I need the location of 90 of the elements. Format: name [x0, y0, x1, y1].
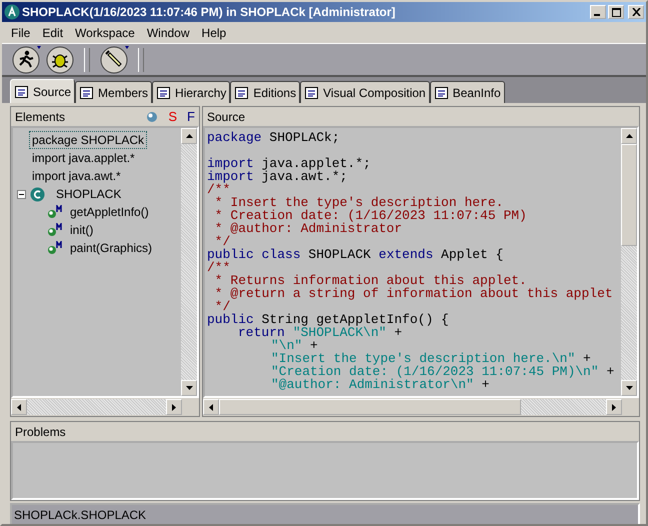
code-token: import [207, 156, 254, 171]
code-token: SHOPLACK [307, 247, 372, 262]
code-token: + [605, 364, 614, 379]
code-token: return [238, 325, 285, 340]
close-button[interactable] [628, 5, 644, 19]
panel-title: Problems [15, 424, 66, 438]
tree-item[interactable]: import java.awt.* [29, 167, 124, 185]
arrow-right-icon [612, 404, 616, 410]
document-icon [156, 86, 172, 100]
globe-icon [146, 110, 158, 122]
code-token: java.awt.*; [260, 169, 348, 184]
app-icon [4, 4, 20, 20]
tree-item[interactable]: getAppletInfo() [67, 203, 152, 221]
code-token: + [394, 325, 402, 340]
tree-item[interactable]: import java.applet.* [29, 149, 138, 167]
code-token: * Returns information about this applet. [214, 273, 527, 288]
arrow-up-icon [186, 134, 192, 138]
code-token: * @author: Administrator [214, 221, 402, 236]
code-token: * Insert the type's description here. [214, 195, 504, 210]
tab[interactable]: Source [10, 79, 76, 103]
tab[interactable]: Editions [230, 81, 300, 103]
code-token: * @return a string of information about this applet [214, 286, 613, 301]
code-token: /** [207, 260, 230, 275]
code-token: "@author: Administrator\n" [271, 377, 474, 392]
tab[interactable]: Hierarchy [152, 81, 230, 103]
code-token: String getAppletInfo() { [260, 312, 449, 327]
status-text: SHOPLACk.SHOPLACK [14, 508, 146, 522]
document-icon [304, 86, 320, 100]
tab[interactable]: BeanInfo [430, 81, 505, 103]
code-token: extends [378, 247, 434, 262]
window-title: SHOPLACK(1/16/2023 11:07:46 PM) in SHOPLACk [Administrator] [22, 5, 396, 19]
panel-title: Source [207, 110, 246, 124]
document-icon [434, 86, 450, 100]
code-token: */ [214, 234, 230, 249]
code-token: "\n" [271, 338, 302, 353]
bug-icon [45, 44, 75, 74]
arrow-left-icon [17, 404, 21, 410]
code-token: /** [207, 182, 230, 197]
tree-item[interactable]: paint(Graphics) [67, 239, 156, 257]
close-icon [632, 8, 640, 16]
horizontal-scrollbar[interactable] [11, 399, 182, 415]
vertical-scrollbar[interactable] [181, 128, 197, 396]
code-token: package [207, 130, 262, 145]
maximize-icon [612, 8, 620, 16]
arrow-down-icon [186, 386, 192, 390]
debug-button[interactable] [44, 44, 76, 76]
tab[interactable]: Members [75, 81, 152, 103]
method-icon [47, 241, 65, 255]
code-token: import [207, 169, 254, 184]
run-button[interactable] [10, 44, 42, 76]
method-icon [47, 205, 65, 219]
menu-item[interactable]: Edit [36, 26, 70, 40]
arrow-down-icon [626, 386, 632, 390]
code-token: + [310, 338, 318, 353]
menu-item[interactable]: Help [196, 26, 232, 40]
code-token: "Insert the type's description here.\n" [271, 351, 576, 366]
collapse-toggle[interactable] [17, 190, 26, 198]
tree-item[interactable]: init() [67, 221, 96, 239]
horizontal-scrollbar[interactable] [203, 399, 622, 415]
code-token: + [480, 377, 490, 392]
code-token: public class [207, 247, 301, 262]
menu-item[interactable]: Window [140, 26, 196, 40]
class-icon [30, 186, 45, 202]
running-man-icon [11, 44, 41, 74]
tree-item[interactable]: package SHOPLACk [29, 131, 148, 149]
menu-item[interactable]: File [5, 26, 36, 40]
code-token: "SHOPLACK\n" [292, 325, 386, 340]
code-token: "Creation date: (1/16/2023 11:07:45 PM)\n" [271, 364, 599, 379]
vertical-scrollbar[interactable] [621, 128, 637, 396]
code-token: public [207, 312, 254, 327]
arrow-right-icon [172, 404, 176, 410]
menu-item[interactable]: Workspace [69, 26, 141, 40]
minimize-button[interactable] [590, 5, 606, 19]
arrow-left-icon [209, 404, 213, 410]
maximize-button[interactable] [608, 5, 624, 19]
document-icon [79, 86, 96, 100]
method-icon [47, 223, 65, 237]
code-token: Applet { [440, 247, 504, 262]
code-token: SHOPLACk; [268, 130, 340, 145]
code-token: + [583, 351, 591, 366]
document-icon [234, 86, 250, 100]
code-token: java.applet.*; [260, 156, 371, 171]
tree-item[interactable]: SHOPLACK [53, 185, 124, 203]
document-icon [14, 84, 30, 98]
arrow-up-icon [626, 134, 632, 138]
code-token: * Creation date: (1/16/2023 11:07:45 PM) [214, 208, 527, 223]
panel-title: Elements [15, 110, 66, 124]
final-filter-button[interactable]: F [187, 109, 195, 124]
code-token: */ [214, 299, 230, 314]
tab[interactable]: Visual Composition [300, 81, 430, 103]
